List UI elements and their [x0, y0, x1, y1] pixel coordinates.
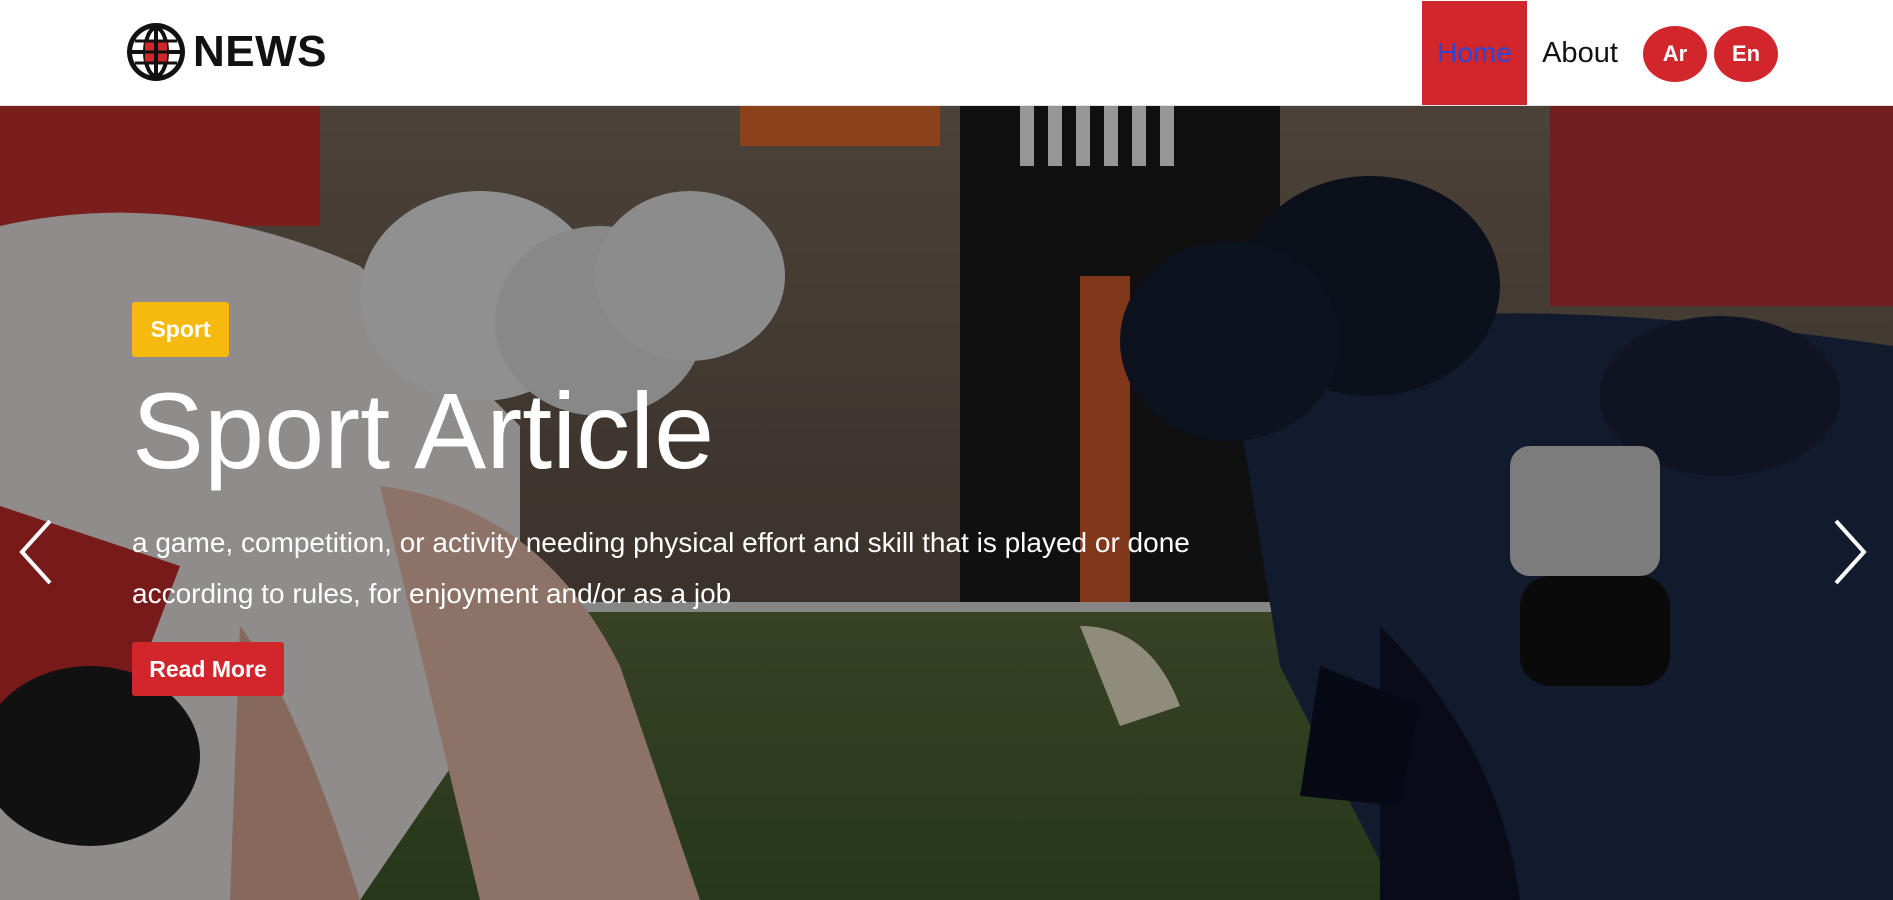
- read-more-button[interactable]: Read More: [132, 642, 284, 696]
- hero-carousel: Sport Sport Article a game, competition,…: [0, 106, 1893, 900]
- nav-link-about[interactable]: About: [1532, 0, 1628, 106]
- category-badge[interactable]: Sport: [132, 302, 229, 357]
- globe-icon: [125, 21, 187, 83]
- carousel-prev-button[interactable]: [6, 514, 66, 594]
- chevron-right-icon: [1830, 517, 1870, 592]
- chevron-left-icon: [16, 517, 56, 592]
- brand-logo-link[interactable]: NEWS: [125, 20, 327, 84]
- navbar: NEWS Home About Ar En: [0, 0, 1893, 106]
- hero-description: a game, competition, or activity needing…: [132, 527, 1190, 609]
- hero-overlay: [0, 106, 1893, 900]
- lang-button-ar[interactable]: Ar: [1643, 26, 1707, 82]
- brand-name: NEWS: [193, 27, 327, 76]
- nav-link-home[interactable]: Home: [1422, 1, 1527, 105]
- hero-title: Sport Article: [132, 370, 715, 491]
- carousel-next-button[interactable]: [1820, 514, 1880, 594]
- lang-button-en[interactable]: En: [1714, 26, 1778, 82]
